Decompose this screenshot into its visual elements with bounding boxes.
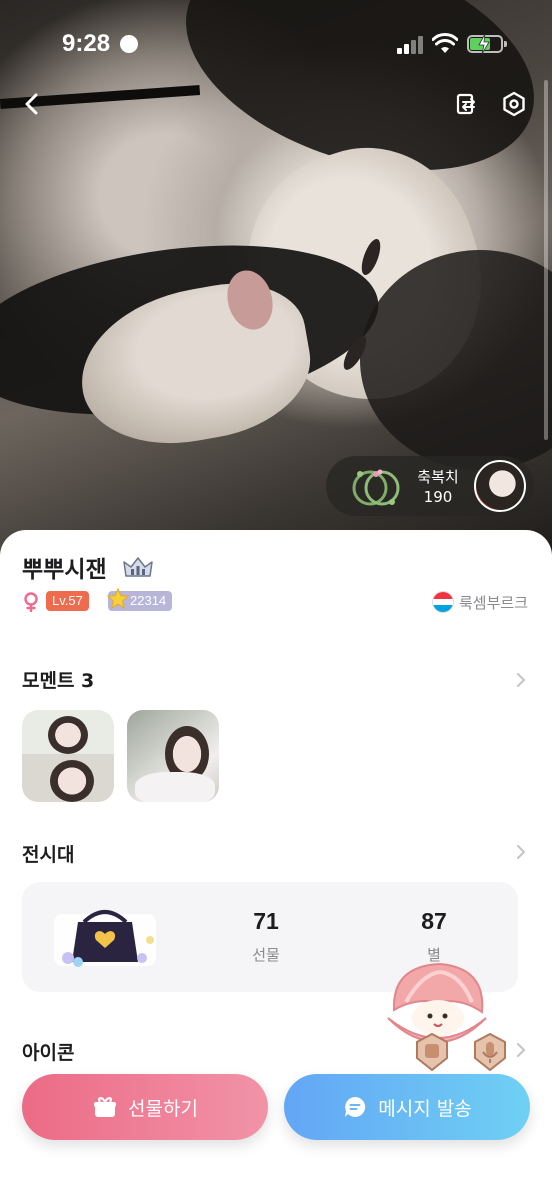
rings-icon xyxy=(352,469,400,506)
send-message-button[interactable]: 메시지 발송 xyxy=(284,1074,530,1140)
signal-icon xyxy=(397,36,423,54)
share-button[interactable] xyxy=(448,86,484,122)
send-message-label: 메시지 발송 xyxy=(378,1097,472,1120)
star-icon xyxy=(106,587,130,610)
wifi-icon xyxy=(432,33,458,53)
back-button[interactable] xyxy=(14,86,50,122)
send-gift-button[interactable]: 선물하기 xyxy=(22,1074,268,1140)
status-time: 9:28 xyxy=(62,30,111,57)
chevron-right-icon[interactable] xyxy=(514,1040,528,1060)
level-badge: Lv.57 xyxy=(46,591,89,611)
moment-thumbnail[interactable] xyxy=(127,710,219,802)
back-icon xyxy=(25,93,38,115)
photo-scroll-indicator xyxy=(544,80,548,440)
moment-thumbnail[interactable] xyxy=(22,710,114,802)
blessing-value: 190 xyxy=(423,488,453,506)
blessing-label: 축복치 xyxy=(417,468,459,486)
medal-icon[interactable] xyxy=(472,1032,508,1072)
chevron-right-icon[interactable] xyxy=(514,842,528,862)
gifts-count: 71 xyxy=(253,908,279,934)
settings-button[interactable] xyxy=(496,86,532,122)
share-icon xyxy=(456,93,475,115)
profile-country: 룩셈부르크 xyxy=(459,594,529,612)
settings-icon xyxy=(503,91,525,117)
blessing-avatar[interactable] xyxy=(474,460,526,512)
gift-icon xyxy=(94,1097,117,1117)
blessing-badge[interactable]: 축복치 190 xyxy=(326,456,534,516)
showcase-title: 전시대 xyxy=(22,844,75,866)
profile-sheet: 뿌뿌시잰 Lv.57 22314 룩셈부르크 모멘트 3 전시대 71 선물 8… xyxy=(0,530,552,1200)
flag-luxembourg-icon xyxy=(432,591,454,613)
stars-count: 87 xyxy=(421,908,447,934)
crown-icon[interactable] xyxy=(122,554,154,580)
send-gift-label: 선물하기 xyxy=(128,1097,198,1120)
female-icon xyxy=(24,592,38,612)
battery-icon xyxy=(467,34,507,54)
profile-name: 뿌뿌시잰 xyxy=(22,557,107,583)
medal-icon[interactable] xyxy=(414,1032,450,1072)
gifts-label: 선물 xyxy=(252,946,280,964)
moments-title: 모멘트 3 xyxy=(22,670,95,692)
gift-bag-icon xyxy=(54,910,156,967)
recording-dot-icon xyxy=(120,35,138,53)
status-bar: 9:28 xyxy=(0,0,552,88)
chevron-right-icon[interactable] xyxy=(514,670,528,690)
icons-section-title: 아이콘 xyxy=(22,1042,75,1064)
chat-icon xyxy=(345,1096,366,1117)
